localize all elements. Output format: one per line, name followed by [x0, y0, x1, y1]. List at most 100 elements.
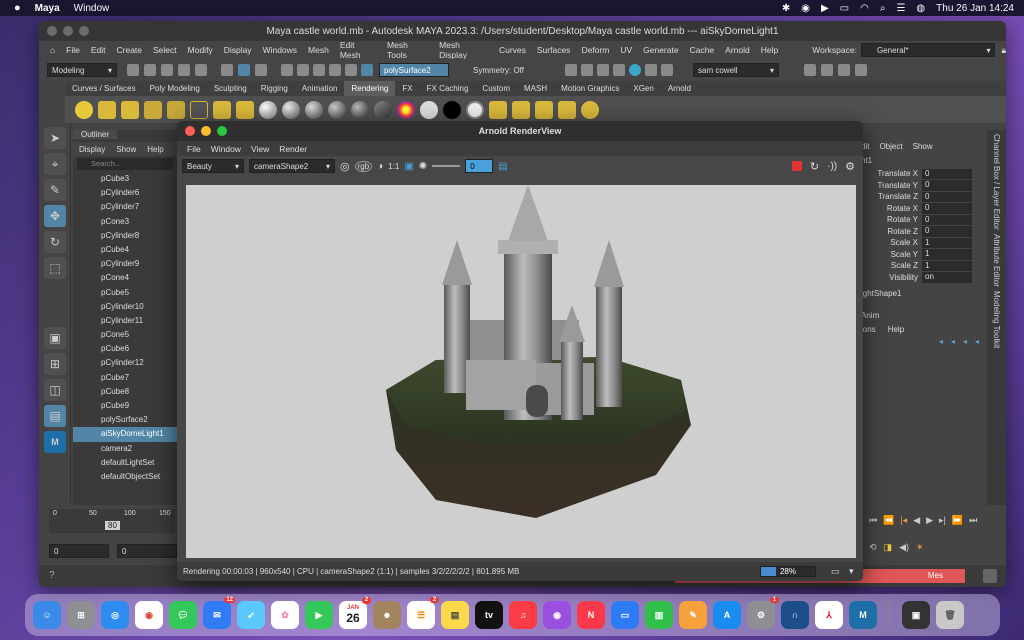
open-scene-icon[interactable]: [144, 64, 156, 76]
bluetooth-icon[interactable]: ✱: [782, 3, 790, 14]
select-object-icon[interactable]: [238, 64, 250, 76]
snap-grid-icon[interactable]: [281, 64, 293, 76]
outliner-item-polysurface2[interactable]: polySurface2: [73, 413, 177, 427]
step-forward-key-icon[interactable]: ⏩: [952, 515, 963, 526]
music-icon[interactable]: ♫: [509, 601, 537, 629]
acrobat-icon[interactable]: ⅄: [815, 601, 843, 629]
aov-dropdown[interactable]: Beauty ▾: [182, 159, 244, 173]
side-tab-attribute-editor[interactable]: Attribute Editor: [992, 234, 1001, 287]
go-to-start-icon[interactable]: ⏮: [869, 515, 877, 526]
menu-display[interactable]: Display: [224, 45, 252, 55]
symmetry-dropdown[interactable]: Symmetry: Off: [469, 63, 539, 77]
step-forward-frame-icon[interactable]: ▸|: [939, 515, 946, 526]
record-icon[interactable]: ◉: [801, 3, 810, 14]
menu-modify[interactable]: Modify: [188, 45, 213, 55]
layer-tab-anim[interactable]: Anim: [857, 311, 987, 325]
mail-icon[interactable]: ✉ 12: [203, 597, 235, 629]
outliner-item-pcylinder12[interactable]: pCylinder12: [73, 356, 177, 370]
chrome-icon[interactable]: ◉: [135, 601, 163, 629]
menu-mesh-display[interactable]: Mesh Display: [439, 40, 488, 60]
outliner-item-pcylinder8[interactable]: pCylinder8: [73, 229, 177, 243]
channel-value-field[interactable]: 1: [922, 260, 972, 271]
zoom-button[interactable]: [79, 26, 89, 36]
side-tab-channel-box[interactable]: Channel Box / Layer Editor: [992, 134, 1001, 230]
outliner-item-pcone5[interactable]: pCone5: [73, 328, 177, 342]
redo-icon[interactable]: [195, 64, 207, 76]
toon-shader-icon[interactable]: [466, 100, 484, 119]
outliner-item-pcone3[interactable]: pCone3: [73, 215, 177, 229]
script-editor-icon[interactable]: [983, 569, 997, 583]
pages-icon[interactable]: ✎: [679, 601, 707, 629]
bake-icon[interactable]: [535, 100, 553, 119]
uv-icon[interactable]: [512, 100, 530, 119]
outliner-item-pcube6[interactable]: pCube6: [73, 342, 177, 356]
arnold-menu-file[interactable]: File: [187, 144, 201, 154]
outliner-item-pcylinder11[interactable]: pCylinder11: [73, 314, 177, 328]
area-light-icon[interactable]: [144, 100, 162, 119]
move-tool-icon[interactable]: ✥: [44, 205, 66, 227]
camera-dropdown[interactable]: cameraShape2 ▾: [249, 159, 335, 173]
paint-select-icon[interactable]: ✎: [44, 179, 66, 201]
snapshot-icon[interactable]: ▤: [498, 161, 507, 172]
snap-view-icon[interactable]: [329, 64, 341, 76]
outliner-item-pcube7[interactable]: pCube7: [73, 371, 177, 385]
shelf-tab-arnold[interactable]: Arnold: [661, 81, 698, 96]
shelf-tab-rigging[interactable]: Rigging: [254, 81, 295, 96]
menu-mesh-tools[interactable]: Mesh Tools: [387, 40, 428, 60]
step-back-frame-icon[interactable]: |◂: [900, 515, 907, 526]
phong-sphere-icon[interactable]: [305, 100, 323, 119]
play-icon[interactable]: ▶: [821, 3, 829, 14]
control-center-icon[interactable]: ☰: [896, 3, 905, 14]
trash-icon[interactable]: 🗑︎: [936, 601, 964, 629]
menu-windows[interactable]: Windows: [263, 45, 297, 55]
reminders-icon[interactable]: ☰ 2: [407, 597, 439, 629]
snap-surface-icon[interactable]: [345, 64, 357, 76]
sound-icon[interactable]: ◀): [899, 542, 909, 553]
menu-mesh[interactable]: Mesh: [308, 45, 329, 55]
channel-box-icon[interactable]: [855, 64, 867, 76]
outliner-item-pcube9[interactable]: pCube9: [73, 399, 177, 413]
exposure-slider[interactable]: [432, 165, 461, 167]
outliner-item-aiskydomelight1[interactable]: aiSkyDomeLight1: [73, 427, 177, 442]
side-tab-modeling-toolkit[interactable]: Modeling Toolkit: [992, 291, 1001, 348]
zoom-button[interactable]: [217, 126, 227, 136]
outliner-menu-show[interactable]: Show: [116, 145, 136, 154]
apple-icon[interactable]: ●: [14, 2, 21, 14]
battery-icon[interactable]: ▭: [840, 3, 849, 14]
channel-value-field[interactable]: 1: [922, 249, 972, 260]
lasso-tool-icon[interactable]: ⌖: [44, 153, 66, 175]
menu-select[interactable]: Select: [153, 45, 177, 55]
close-button[interactable]: [185, 126, 195, 136]
layer-add-icon[interactable]: ◂: [951, 337, 955, 351]
shelf-tab-xgen[interactable]: XGen: [626, 81, 660, 96]
menubar-app-name[interactable]: Maya: [35, 3, 60, 14]
save-scene-icon[interactable]: [161, 64, 173, 76]
scale-tool-icon[interactable]: ⬚: [44, 257, 66, 279]
image-info-icon[interactable]: ▭: [831, 566, 840, 577]
home-icon[interactable]: ⌂: [50, 45, 55, 55]
color-management-icon[interactable]: rgb: [354, 160, 373, 172]
close-button[interactable]: [47, 26, 57, 36]
shape-node-name[interactable]: ightShape1: [857, 289, 987, 301]
layer-menu-options[interactable]: ions: [861, 325, 876, 337]
layer-menu-help[interactable]: Help: [888, 325, 904, 337]
layer-new-icon[interactable]: ◂: [939, 337, 943, 351]
outliner-item-pcube3[interactable]: pCube3: [73, 172, 177, 186]
arnold-menu-render[interactable]: Render: [279, 144, 307, 154]
menu-curves[interactable]: Curves: [499, 45, 526, 55]
menu-edit[interactable]: Edit: [91, 45, 106, 55]
render-settings-shelf-icon[interactable]: [236, 100, 254, 119]
outliner-menu-display[interactable]: Display: [79, 145, 105, 154]
select-tool-icon[interactable]: ➤: [44, 127, 66, 149]
system-settings-icon[interactable]: ⚙ 1: [747, 597, 779, 629]
channel-menu-object[interactable]: Object: [879, 142, 902, 156]
new-scene-icon[interactable]: [127, 64, 139, 76]
start-frame-field[interactable]: 0: [49, 544, 109, 558]
refresh-render-icon[interactable]: ↻: [810, 160, 819, 173]
arnold-menu-window[interactable]: Window: [211, 144, 241, 154]
two-view-icon[interactable]: ◫: [44, 379, 66, 401]
menu-deform[interactable]: Deform: [581, 45, 609, 55]
exposure-icon[interactable]: ✺: [419, 161, 427, 172]
ipr-render-icon[interactable]: [581, 64, 593, 76]
anydesk-icon[interactable]: ∩: [781, 601, 809, 629]
